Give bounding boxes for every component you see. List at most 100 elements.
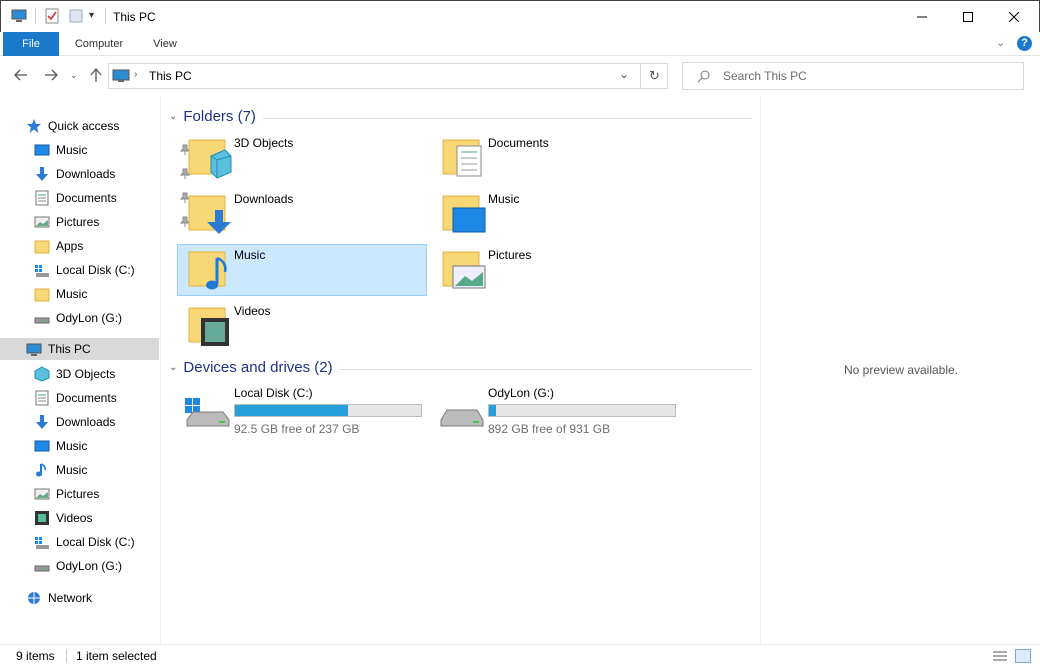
network-icon bbox=[26, 590, 42, 606]
item-count: 9 items bbox=[16, 649, 55, 663]
3d-objects-icon bbox=[34, 366, 50, 382]
tab-computer[interactable]: Computer bbox=[66, 32, 132, 56]
devices-group-header[interactable]: ⌄ Devices and drives (2) bbox=[169, 359, 333, 376]
folder-tile-documents[interactable]: Documents bbox=[431, 132, 681, 184]
document-icon bbox=[34, 390, 50, 406]
minimize-icon bbox=[917, 16, 927, 18]
nav-label: Documents bbox=[56, 191, 117, 205]
windows-drive-icon bbox=[185, 398, 230, 427]
nav-quick-access[interactable]: Quick access bbox=[26, 115, 156, 137]
nav-item-3d-objects[interactable]: 3D Objects bbox=[34, 363, 160, 385]
document-icon bbox=[34, 190, 50, 206]
nav-this-pc[interactable]: This PC bbox=[0, 338, 159, 360]
large-icons-view-icon[interactable] bbox=[1015, 649, 1031, 663]
folder-tile-music-desktop[interactable]: Music bbox=[431, 188, 681, 240]
nav-item-videos[interactable]: Videos bbox=[34, 507, 160, 529]
nav-item-downloads[interactable]: Downloads bbox=[34, 411, 160, 433]
folder-tile-videos[interactable]: Videos bbox=[177, 300, 427, 352]
nav-item-apps[interactable]: Apps bbox=[34, 235, 160, 257]
nav-label: OdyLon (G:) bbox=[56, 559, 123, 573]
nav-label: 3D Objects bbox=[56, 367, 116, 381]
videos-icon bbox=[34, 510, 50, 526]
recent-locations-icon[interactable]: ⌄ bbox=[70, 70, 78, 81]
expand-ribbon-icon[interactable]: ⌄ bbox=[996, 36, 1005, 49]
nav-item-music-desktop[interactable]: Music bbox=[34, 435, 160, 457]
drive-name: OdyLon (G:) bbox=[488, 386, 555, 400]
properties-icon[interactable] bbox=[45, 8, 59, 27]
drive-icon bbox=[440, 409, 484, 427]
selection-count: 1 item selected bbox=[76, 649, 157, 663]
drive-tile-odylon[interactable]: OdyLon (G:) 892 GB free of 931 GB bbox=[431, 386, 681, 438]
nav-item-odylon[interactable]: OdyLon (G:) bbox=[34, 555, 160, 577]
star-icon bbox=[26, 118, 42, 134]
nav-item-pictures-quick[interactable]: Pictures bbox=[34, 211, 191, 233]
music-desktop-icon bbox=[34, 142, 50, 158]
this-pc-icon bbox=[11, 9, 27, 23]
close-button[interactable] bbox=[991, 1, 1037, 33]
nav-label: Music bbox=[56, 463, 88, 477]
tile-label: Pictures bbox=[488, 248, 532, 262]
details-view-icon[interactable] bbox=[992, 649, 1008, 666]
nav-label: Local Disk (C:) bbox=[56, 535, 135, 549]
back-button[interactable] bbox=[14, 68, 28, 85]
window-title: This PC bbox=[113, 10, 156, 24]
documents-folder-icon bbox=[442, 139, 482, 177]
tab-file[interactable]: File bbox=[3, 32, 59, 56]
download-arrow-icon bbox=[34, 166, 50, 182]
search-input[interactable]: Search This PC bbox=[682, 62, 1024, 90]
this-pc-icon bbox=[26, 341, 42, 357]
nav-item-downloads-quick[interactable]: Downloads bbox=[34, 163, 191, 185]
address-dropdown-icon[interactable]: ⌄ bbox=[619, 67, 629, 81]
refresh-icon[interactable]: ↻ bbox=[649, 68, 660, 84]
nav-label: Music bbox=[56, 287, 88, 301]
forward-arrow-icon bbox=[45, 69, 58, 81]
folder-tile-downloads[interactable]: Downloads bbox=[177, 188, 427, 240]
new-folder-icon[interactable] bbox=[69, 9, 83, 26]
maximize-button[interactable] bbox=[945, 1, 991, 33]
drive-free-space: 892 GB free of 931 GB bbox=[488, 422, 611, 436]
nav-network[interactable]: Network bbox=[26, 587, 156, 609]
folders-group-header[interactable]: ⌄ Folders (7) bbox=[169, 108, 256, 125]
drive-tile-local-disk[interactable]: Local Disk (C:) 92.5 GB free of 237 GB bbox=[177, 386, 427, 438]
nav-item-local-disk[interactable]: Local Disk (C:) bbox=[34, 531, 160, 553]
help-icon[interactable]: ? bbox=[1017, 36, 1032, 51]
nav-item-music-folder[interactable]: Music bbox=[34, 283, 160, 305]
nav-item-music-quick[interactable]: Music bbox=[34, 139, 191, 161]
back-arrow-icon bbox=[14, 69, 27, 81]
nav-item-documents[interactable]: Documents bbox=[34, 387, 160, 409]
nav-label: Quick access bbox=[48, 119, 120, 133]
music-folder-icon bbox=[188, 251, 227, 290]
nav-item-pictures[interactable]: Pictures bbox=[34, 483, 160, 505]
minimize-button[interactable] bbox=[899, 1, 945, 33]
nav-item-local-disk-quick[interactable]: Local Disk (C:) bbox=[34, 259, 160, 281]
tab-view[interactable]: View bbox=[142, 32, 188, 56]
folder-tile-3d-objects[interactable]: 3D Objects bbox=[177, 132, 427, 184]
up-arrow-icon bbox=[90, 67, 102, 82]
group-title: Folders (7) bbox=[183, 108, 256, 125]
drive-name: Local Disk (C:) bbox=[234, 386, 313, 400]
folder-tile-pictures[interactable]: Pictures bbox=[431, 244, 681, 296]
download-arrow-icon bbox=[34, 414, 50, 430]
tile-label: Music bbox=[488, 192, 520, 206]
drive-icon bbox=[34, 310, 50, 326]
forward-button[interactable] bbox=[44, 68, 58, 85]
3d-objects-icon bbox=[188, 139, 232, 179]
drive-usage-bar bbox=[488, 404, 676, 417]
tile-label: 3D Objects bbox=[234, 136, 294, 150]
pictures-icon bbox=[34, 214, 50, 230]
breadcrumb-this-pc[interactable]: This PC bbox=[149, 69, 192, 83]
customize-toolbar-icon[interactable]: ▾ bbox=[89, 10, 94, 21]
nav-item-music-note[interactable]: Music bbox=[34, 459, 160, 481]
title-bar: ▾ This PC bbox=[0, 0, 1040, 32]
address-bar[interactable]: › This PC ⌄ ↻ bbox=[108, 63, 668, 89]
folder-tile-music-selected[interactable]: Music bbox=[177, 244, 427, 296]
tile-label: Documents bbox=[488, 136, 549, 150]
maximize-icon bbox=[963, 12, 973, 22]
breadcrumb-chevron-icon: › bbox=[134, 69, 138, 80]
tile-label: Downloads bbox=[234, 192, 294, 206]
nav-item-documents-quick[interactable]: Documents bbox=[34, 187, 191, 209]
nav-item-odylon-quick[interactable]: OdyLon (G:) bbox=[34, 307, 160, 329]
up-button[interactable] bbox=[89, 67, 103, 86]
nav-label: OdyLon (G:) bbox=[56, 311, 123, 325]
nav-label: Videos bbox=[56, 511, 93, 525]
